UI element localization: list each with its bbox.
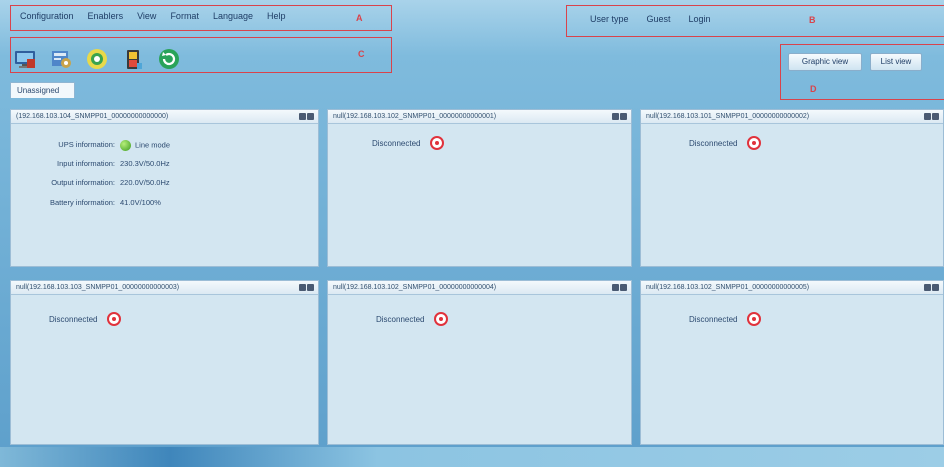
panel-window-buttons (299, 113, 314, 120)
monitor-icon[interactable] (12, 46, 37, 71)
input-info-value: 230.3V/50.0Hz (120, 159, 170, 168)
refresh-icon[interactable] (156, 46, 181, 71)
panel-window-buttons (924, 284, 939, 291)
minimize-icon[interactable] (612, 284, 619, 291)
maximize-icon[interactable] (932, 113, 939, 120)
panel-title: (192.168.103.104_SNMPP01_00000000000000) (11, 110, 318, 124)
panel-window-buttons (612, 113, 627, 120)
menu-configuration[interactable]: Configuration (20, 11, 74, 21)
disconnected-icon (430, 136, 445, 150)
status-text: Disconnected (689, 138, 738, 148)
status-text: Disconnected (376, 314, 425, 324)
ups-info-value: Line mode (135, 140, 171, 150)
status-ok-icon (120, 140, 131, 151)
user-type-label: User type (590, 14, 629, 24)
app-window: Configuration Enablers View Format Langu… (0, 0, 944, 467)
connection-status: Disconnected (372, 136, 445, 150)
maximize-icon[interactable] (307, 284, 314, 291)
connection-status: Disconnected (376, 312, 449, 326)
tab-unassigned[interactable]: Unassigned (10, 82, 75, 98)
ups-info-label: UPS information: (58, 140, 115, 150)
output-info-value: 220.0V/50.0Hz (120, 178, 170, 187)
taskbar (0, 447, 944, 467)
panel-title: null(192.168.103.102_SNMPP01_00000000000… (328, 110, 631, 124)
panel-window-buttons (924, 113, 939, 120)
ups-info-row: UPS information: Line mode (39, 140, 170, 151)
output-info-label: Output information: (51, 178, 115, 187)
menu-view[interactable]: View (137, 11, 156, 21)
battery-info-row: Battery information: 41.0V/100% (39, 198, 161, 207)
panel-title: null(192.168.103.103_SNMPP01_00000000000… (11, 281, 318, 295)
toolbar (12, 46, 181, 74)
disconnected-icon (107, 312, 122, 326)
login-link[interactable]: Login (689, 14, 711, 24)
minimize-icon[interactable] (299, 284, 306, 291)
graphic-view-button[interactable]: Graphic view (788, 53, 862, 71)
minimize-icon[interactable] (612, 113, 619, 120)
disconnected-icon (747, 312, 762, 326)
menu-bar: Configuration Enablers View Format Langu… (10, 7, 350, 25)
menu-enablers[interactable]: Enablers (88, 11, 124, 21)
disconnected-icon (434, 312, 449, 326)
minimize-icon[interactable] (924, 284, 931, 291)
user-type-value: Guest (646, 14, 671, 24)
input-info-row: Input information: 230.3V/50.0Hz (39, 159, 170, 168)
menu-language[interactable]: Language (213, 11, 253, 21)
region-c-label: C (358, 49, 365, 59)
user-area: User type Guest Login (590, 14, 711, 24)
menu-format[interactable]: Format (170, 11, 199, 21)
battery-info-value: 41.0V/100% (120, 198, 161, 207)
device-panel[interactable]: (192.168.103.104_SNMPP01_00000000000000)… (10, 109, 319, 267)
battery-icon[interactable] (120, 46, 145, 71)
menu-help[interactable]: Help (267, 11, 286, 21)
region-b-label: B (809, 15, 816, 25)
status-text: Disconnected (372, 138, 421, 148)
device-panel[interactable]: null(192.168.103.102_SNMPP01_00000000000… (640, 280, 944, 445)
status-text: Disconnected (689, 314, 738, 324)
maximize-icon[interactable] (307, 113, 314, 120)
status-text: Disconnected (49, 314, 98, 324)
connection-status: Disconnected (689, 136, 762, 150)
disconnected-icon (747, 136, 762, 150)
input-info-label: Input information: (57, 159, 115, 168)
battery-info-label: Battery information: (49, 198, 115, 207)
device-panel[interactable]: null(192.168.103.101_SNMPP01_00000000000… (640, 109, 944, 267)
panel-window-buttons (299, 284, 314, 291)
minimize-icon[interactable] (924, 113, 931, 120)
connection-status: Disconnected (49, 312, 122, 326)
maximize-icon[interactable] (620, 284, 627, 291)
panel-title: null(192.168.103.101_SNMPP01_00000000000… (641, 110, 943, 124)
minimize-icon[interactable] (299, 113, 306, 120)
device-panel[interactable]: null(192.168.103.102_SNMPP01_00000000000… (327, 280, 632, 445)
panel-window-buttons (612, 284, 627, 291)
record-icon[interactable] (84, 46, 109, 71)
output-info-row: Output information: 220.0V/50.0Hz (39, 178, 170, 187)
device-panel[interactable]: null(192.168.103.102_SNMPP01_00000000000… (327, 109, 632, 267)
device-panel[interactable]: null(192.168.103.103_SNMPP01_00000000000… (10, 280, 319, 445)
region-d-label: D (810, 84, 817, 94)
panel-title: null(192.168.103.102_SNMPP01_00000000000… (641, 281, 943, 295)
region-a-label: A (356, 13, 363, 23)
list-view-button[interactable]: List view (870, 53, 922, 71)
settings-icon[interactable] (48, 46, 73, 71)
panel-title: null(192.168.103.102_SNMPP01_00000000000… (328, 281, 631, 295)
connection-status: Disconnected (689, 312, 762, 326)
maximize-icon[interactable] (932, 284, 939, 291)
maximize-icon[interactable] (620, 113, 627, 120)
